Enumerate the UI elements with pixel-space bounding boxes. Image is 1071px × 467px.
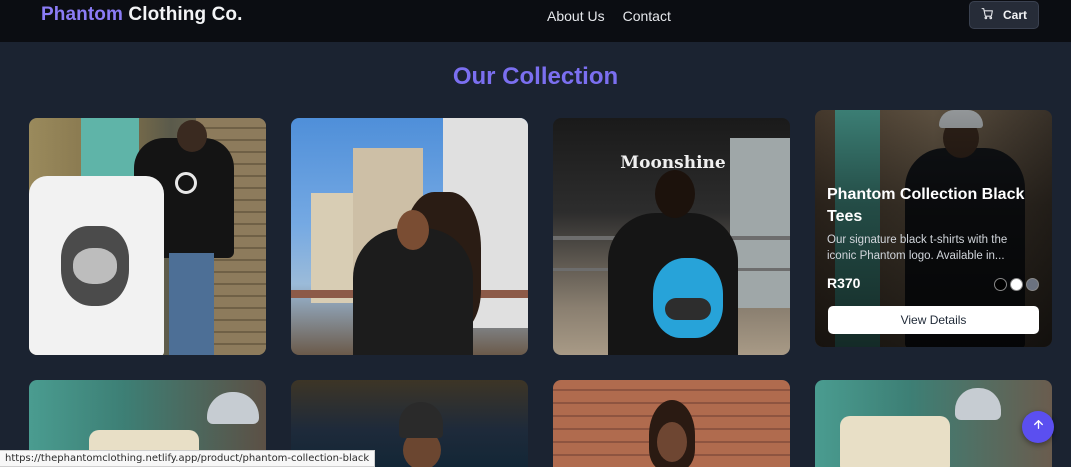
section-title: Our Collection — [452, 63, 619, 90]
arrow-up-icon — [1032, 418, 1045, 436]
color-swatches — [994, 278, 1039, 291]
product-card[interactable] — [291, 118, 528, 355]
main-nav: About Us Contact — [547, 8, 671, 24]
product-card-featured[interactable]: Phantom Collection Black Tees Our signat… — [815, 110, 1052, 347]
brand-rest-text: Clothing Co. — [128, 4, 243, 25]
swatch-gray[interactable] — [1026, 278, 1039, 291]
swatch-black[interactable] — [994, 278, 1007, 291]
scroll-to-top-button[interactable] — [1022, 411, 1054, 443]
product-card[interactable] — [553, 380, 790, 467]
product-image — [553, 380, 790, 467]
nav-link-about-us[interactable]: About Us — [547, 8, 605, 24]
site-header: Phantom Clothing Co. About Us Contact Ca… — [0, 0, 1071, 42]
cart-icon — [981, 7, 994, 23]
swatch-white[interactable] — [1010, 278, 1023, 291]
product-description: Our signature black t-shirts with the ic… — [827, 234, 1008, 262]
brand-accent-text: Phantom — [41, 4, 123, 25]
product-card[interactable] — [29, 118, 266, 355]
product-image — [815, 380, 1052, 467]
cart-label: Cart — [1002, 8, 1027, 22]
product-image — [291, 118, 528, 355]
view-details-button[interactable]: View Details — [828, 306, 1039, 334]
cart-button[interactable]: Cart — [969, 1, 1039, 29]
product-image — [29, 118, 266, 355]
nav-link-contact[interactable]: Contact — [623, 8, 671, 24]
brand-logo[interactable]: Phantom Clothing Co. — [41, 4, 243, 26]
product-card[interactable]: Moonshine — [553, 118, 790, 355]
product-title: Phantom Collection Black Tees — [827, 186, 1025, 225]
browser-status-url: https://thephantomclothing.netlify.app/p… — [0, 450, 376, 467]
product-image: Moonshine — [553, 118, 790, 355]
product-price: R370 — [827, 275, 861, 291]
product-card[interactable] — [815, 380, 1052, 467]
